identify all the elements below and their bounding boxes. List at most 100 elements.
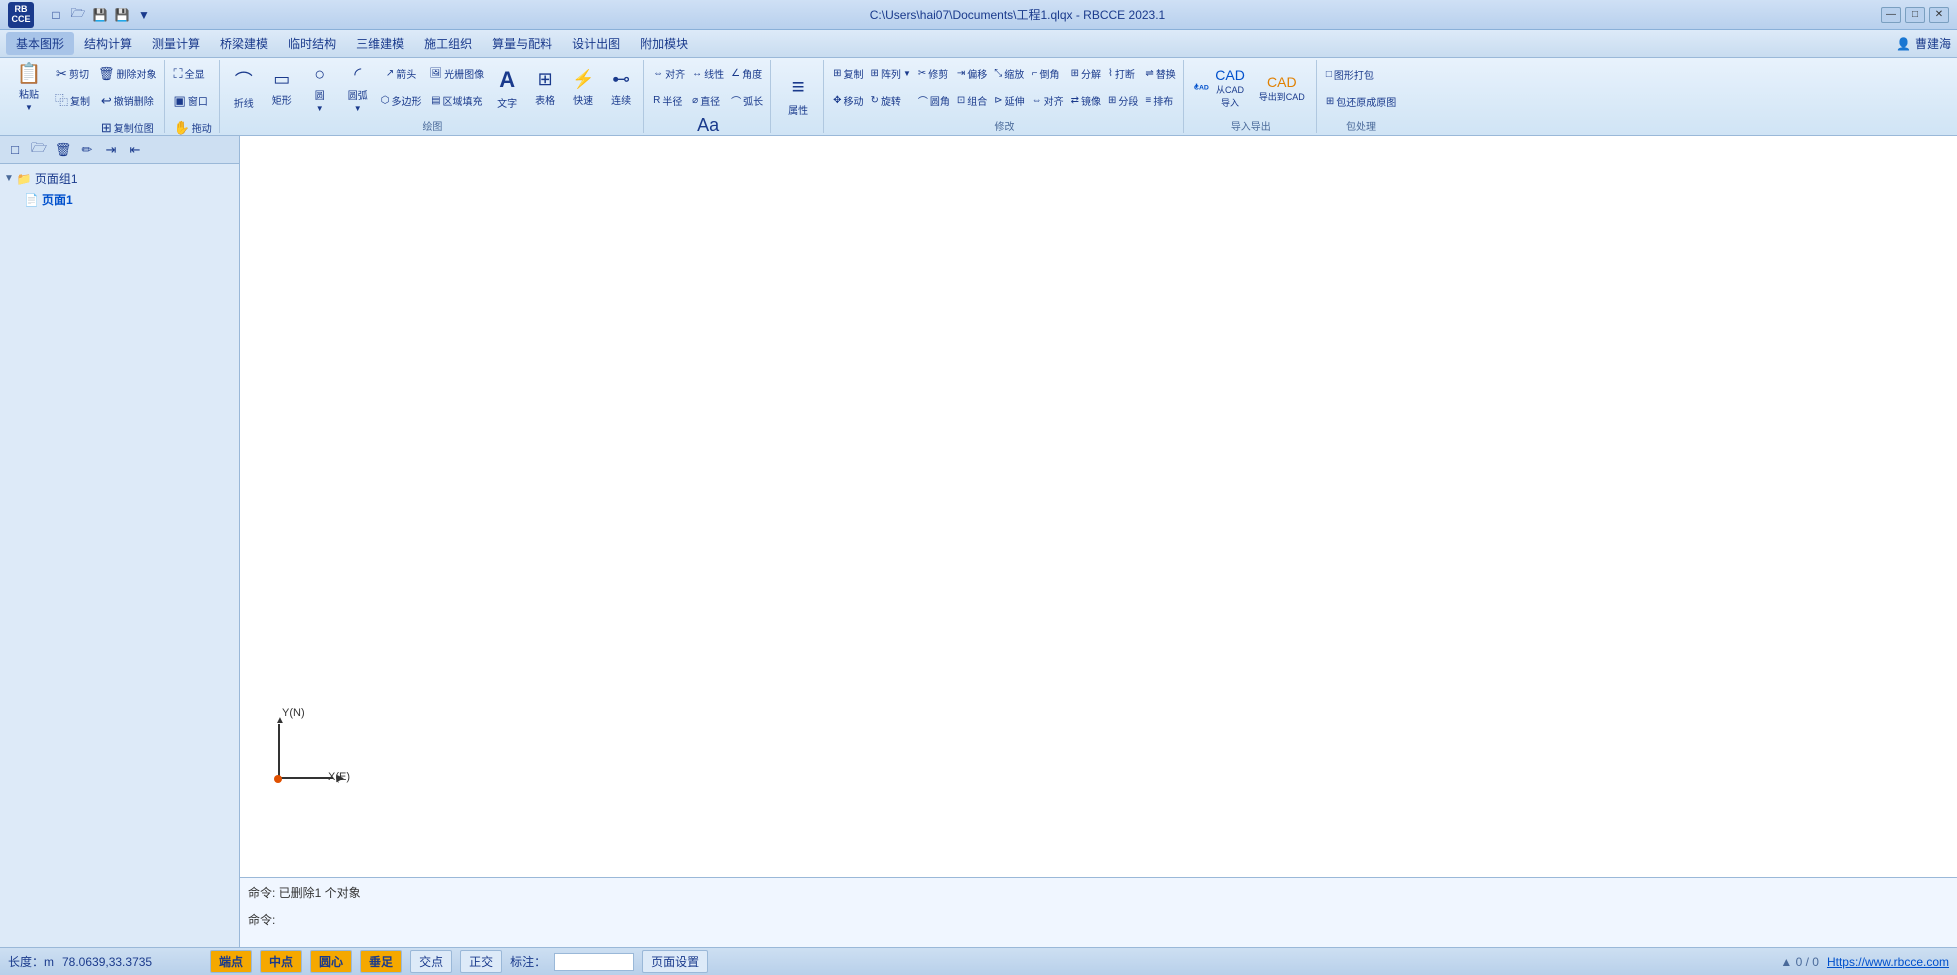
menu-temp-structure[interactable]: 临时结构 [278,32,346,55]
panel-delete-button[interactable]: 🗑 [52,139,74,161]
undo-delete-button[interactable]: ↩ 撤销删除 [95,87,160,113]
snap-intersection-button[interactable]: 交点 [410,950,452,973]
saveas-button[interactable]: 💾 [112,5,132,25]
diameter-dim-button[interactable]: ⌀ 直径 [689,87,723,113]
website-link[interactable]: Https://www.rbcce.com [1827,955,1949,969]
command-input[interactable] [279,913,479,927]
svg-text:⬇: ⬇ [1194,83,1199,90]
connect-button[interactable]: ⊷ 连续 [603,60,639,116]
window-button[interactable]: ▣ 窗口 [171,87,211,113]
menu-structural-calc[interactable]: 结构计算 [74,32,142,55]
linear-dim-button[interactable]: ↔ 线性 [689,60,727,86]
decompose-button[interactable]: ⊞分解 [1068,60,1104,86]
maximize-button[interactable]: □ [1905,7,1925,23]
angle-dim-button[interactable]: ∠ 角度 [728,60,765,86]
break-button[interactable]: ⌇打断 [1105,60,1138,86]
trim-button[interactable]: ✂修剪 [915,60,951,86]
arrange-button[interactable]: ≡排布 [1142,87,1176,113]
menu-quantity[interactable]: 算量与配料 [482,32,562,55]
rect-button[interactable]: ▭ 矩形 [264,60,300,116]
more-button[interactable]: ▼ [134,5,154,25]
window-icon: ▣ [174,94,186,107]
align-dim-button[interactable]: ⇔ 对齐 [650,60,688,86]
arc-button[interactable]: ◜ 圆弧 ▼ [340,60,376,116]
text-button[interactable]: A 文字 [489,60,525,116]
rotate-button[interactable]: ↻旋转 [868,87,904,113]
new-button[interactable]: □ [46,5,66,25]
cut-icon: ✂ [56,67,67,80]
round-button[interactable]: ⌒圆角 [915,87,953,113]
cut-button[interactable]: ✂ 剪切 [52,60,93,86]
radius-dim-button[interactable]: R 半径 [650,87,685,113]
extend-button[interactable]: ⊳延伸 [991,87,1027,113]
circle-button[interactable]: ○ 圆 ▼ [302,60,338,116]
fast-button[interactable]: ⚡ 快速 [565,60,601,116]
circle-icon: ○ [314,64,325,85]
raster-image-button[interactable]: 🖼 光栅图像 [426,60,487,86]
region-fill-button[interactable]: ▤ 区域填充 [426,87,487,113]
modify-label: 修改 [994,118,1014,133]
polyline-icon: ⌒ [235,67,253,93]
export-cad-button[interactable]: CAD 导出到CAD [1252,74,1312,102]
properties-button[interactable]: ≡ 属性 [777,68,819,124]
group-button[interactable]: ⊡组合 [954,87,990,113]
panel-rename-button[interactable]: ✏ [76,139,98,161]
polygon-button[interactable]: ⬡ 多边形 [378,87,425,113]
paste-button[interactable]: 📋 粘贴 ▼ [8,60,50,116]
save-button[interactable]: 💾 [90,5,110,25]
fullview-button[interactable]: ⛶ 全显 [171,60,208,86]
annotation-label-input[interactable] [554,953,634,971]
raster-icon: 🖼 [429,68,442,79]
toolbar-properties-group: ≡ 属性 [773,60,824,133]
table-button[interactable]: ⊞ 表格 [527,60,563,116]
panel-indent-button[interactable]: ⇥ [100,139,122,161]
scale-button[interactable]: ⤡缩放 [991,60,1027,86]
arclen-dim-button[interactable]: ⌒ 弧长 [728,87,766,113]
close-button[interactable]: ✕ [1929,7,1949,23]
copy-modify-button[interactable]: ⊞复制 [830,60,866,86]
offset-button[interactable]: ⇥偏移 [954,60,990,86]
mirror-button[interactable]: ⇄镜像 [1068,87,1104,113]
panel-toolbar: □ 🗁 🗑 ✏ ⇥ ⇤ [0,136,239,164]
align-modify-button[interactable]: ⇔对齐 [1029,87,1067,113]
menu-3d-model[interactable]: 三维建模 [346,32,414,55]
menu-basic-shapes[interactable]: 基本图形 [6,32,74,55]
arrow-button[interactable]: ↗ 箭头 [378,60,425,86]
signal-icon: ▲ 0 / 0 [1780,955,1819,969]
restore-button[interactable]: ⊞ 包还原成原图 [1323,89,1399,115]
round-icon: ⌒ [918,93,928,108]
fast-icon: ⚡ [572,69,594,90]
open-button[interactable]: 🗁 [68,5,88,25]
shape-pack-button[interactable]: □ 图形打包 [1323,62,1377,88]
snap-midpoint-button[interactable]: 中点 [260,950,302,973]
canvas-area[interactable]: Y(N) X(E) ▲ ▶ [240,136,1957,877]
menu-addons[interactable]: 附加模块 [630,32,698,55]
delete-obj-button[interactable]: 🗑 删除对象 [95,60,160,86]
panel-new-button[interactable]: □ [4,139,26,161]
menu-construction[interactable]: 施工组织 [414,32,482,55]
copy-button[interactable]: ⿻ 复制 [52,87,93,113]
snap-ortho-button[interactable]: 正交 [460,950,502,973]
tree-node-group1[interactable]: ▼ 📁 页面组1 [4,168,235,189]
chamfer-button[interactable]: ⌐倒角 [1029,60,1063,86]
minimize-button[interactable]: — [1881,7,1901,23]
menu-measure-calc[interactable]: 测量计算 [142,32,210,55]
panel-outdent-button[interactable]: ⇤ [124,139,146,161]
array-button[interactable]: ⊞阵列▼ [868,60,914,86]
command-area: 命令: 已删除1 个对象 命令: [240,877,1957,947]
panel-open-button[interactable]: 🗁 [28,139,50,161]
snap-center-button[interactable]: 圆心 [310,950,352,973]
polyline-button[interactable]: ⌒ 折线 [226,60,262,116]
page-setting-button[interactable]: 页面设置 [642,950,708,973]
snap-endpoint-button[interactable]: 端点 [210,950,252,973]
segment-button[interactable]: ⊞分段 [1105,87,1141,113]
menu-bridge-model[interactable]: 桥梁建模 [210,32,278,55]
replace-button[interactable]: ⇌替换 [1142,60,1178,86]
tree-node-page1[interactable]: 📄 页面1 [4,189,235,210]
content-area: □ 🗁 🗑 ✏ ⇥ ⇤ ▼ 📁 页面组1 📄 页面1 [0,136,1957,947]
import-cad-button[interactable]: CAD ⬇ CAD 从CAD导入 [1190,74,1250,102]
snap-perpendicular-button[interactable]: 垂足 [360,950,402,973]
paste-icon: 📋 [17,64,42,84]
menu-design-drawing[interactable]: 设计出图 [562,32,630,55]
move-button[interactable]: ✥移动 [830,87,866,113]
